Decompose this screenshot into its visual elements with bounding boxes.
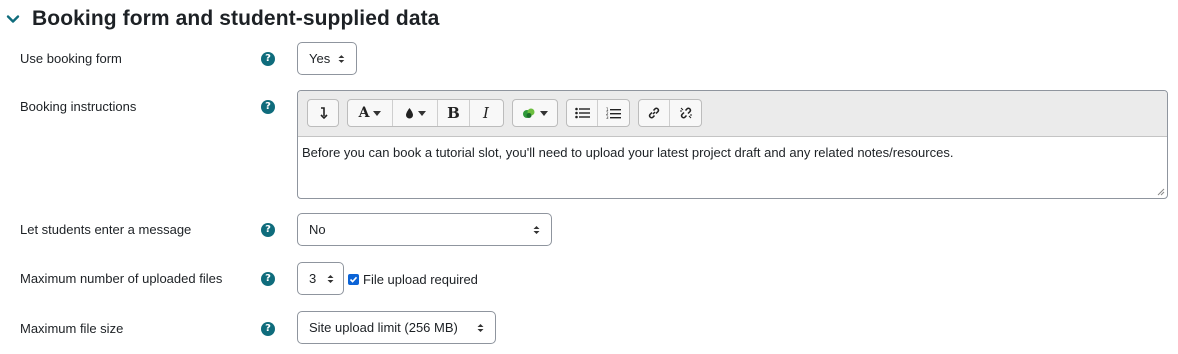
question-circle-icon[interactable]: ? — [261, 100, 275, 114]
max-file-size-label: Maximum file size — [20, 321, 124, 336]
let-students-message-select[interactable]: No — [297, 213, 552, 246]
font-style-button[interactable]: A — [348, 100, 393, 126]
booking-instructions-editor[interactable]: A B I 1 2 3 Before you can book a tutori… — [297, 90, 1168, 199]
section-header[interactable]: Booking form and student-supplied data — [6, 4, 439, 34]
section-title: Booking form and student-supplied data — [32, 7, 440, 30]
select-arrows-icon — [327, 274, 334, 283]
max-uploaded-files-label: Maximum number of uploaded files — [20, 271, 223, 286]
check-icon — [349, 276, 358, 283]
editor-toolbar: A B I 1 2 3 — [298, 91, 1167, 137]
file-upload-required-checkbox[interactable] — [348, 274, 359, 285]
link-button[interactable] — [639, 100, 670, 126]
max-uploaded-files-select[interactable]: 3 — [297, 262, 344, 295]
toolbar-group-collapse — [307, 99, 339, 127]
editor-content[interactable]: Before you can book a tutorial slot, you… — [298, 137, 1167, 169]
select-arrows-icon — [477, 323, 484, 332]
unlink-button[interactable] — [670, 100, 701, 126]
bold-button[interactable]: B — [438, 100, 470, 126]
toolbar-group-links — [638, 99, 702, 127]
let-students-message-label: Let students enter a message — [20, 222, 192, 237]
file-upload-required-checkbox-row: File upload required — [348, 272, 478, 287]
resize-handle-icon[interactable] — [1155, 186, 1165, 196]
max-file-size-select[interactable]: Site upload limit (256 MB) — [297, 311, 496, 344]
booking-instructions-label: Booking instructions — [20, 99, 137, 114]
italic-button[interactable]: I — [470, 100, 502, 126]
question-circle-icon[interactable]: ? — [261, 272, 275, 286]
bold-icon: B — [447, 104, 460, 122]
collapse-toolbar-button[interactable] — [308, 100, 338, 126]
chevron-down-icon[interactable] — [6, 12, 20, 26]
select-arrows-icon — [338, 54, 345, 63]
unordered-list-icon — [574, 107, 590, 119]
font-color-button[interactable] — [393, 100, 438, 126]
question-circle-icon[interactable]: ? — [261, 223, 275, 237]
link-icon — [648, 107, 660, 119]
font-icon: A — [358, 105, 370, 121]
use-booking-form-label: Use booking form — [20, 51, 122, 66]
unordered-list-button[interactable] — [567, 100, 598, 126]
ordered-list-icon: 1 2 3 — [606, 107, 621, 120]
select-arrows-icon — [533, 225, 540, 234]
toolbar-group-text: A B I — [347, 99, 504, 127]
max-file-size-value: Site upload limit (256 MB) — [309, 320, 458, 335]
unlink-icon — [679, 107, 692, 119]
toolbar-group-media — [512, 99, 558, 127]
let-students-message-value: No — [309, 222, 326, 237]
italic-icon: I — [483, 104, 489, 122]
question-circle-icon[interactable]: ? — [261, 322, 275, 336]
media-icon — [523, 108, 535, 118]
droplet-icon — [405, 108, 413, 119]
question-circle-icon[interactable]: ? — [261, 52, 275, 66]
file-upload-required-label[interactable]: File upload required — [363, 272, 478, 287]
use-booking-form-value: Yes — [309, 51, 331, 66]
arrow-down-icon — [320, 107, 328, 120]
toolbar-group-lists: 1 2 3 — [566, 99, 630, 127]
svg-text:3: 3 — [606, 115, 609, 120]
media-insert-button[interactable] — [513, 100, 557, 126]
ordered-list-button[interactable]: 1 2 3 — [598, 100, 629, 126]
use-booking-form-select[interactable]: Yes — [297, 42, 357, 75]
max-uploaded-files-value: 3 — [309, 271, 317, 286]
